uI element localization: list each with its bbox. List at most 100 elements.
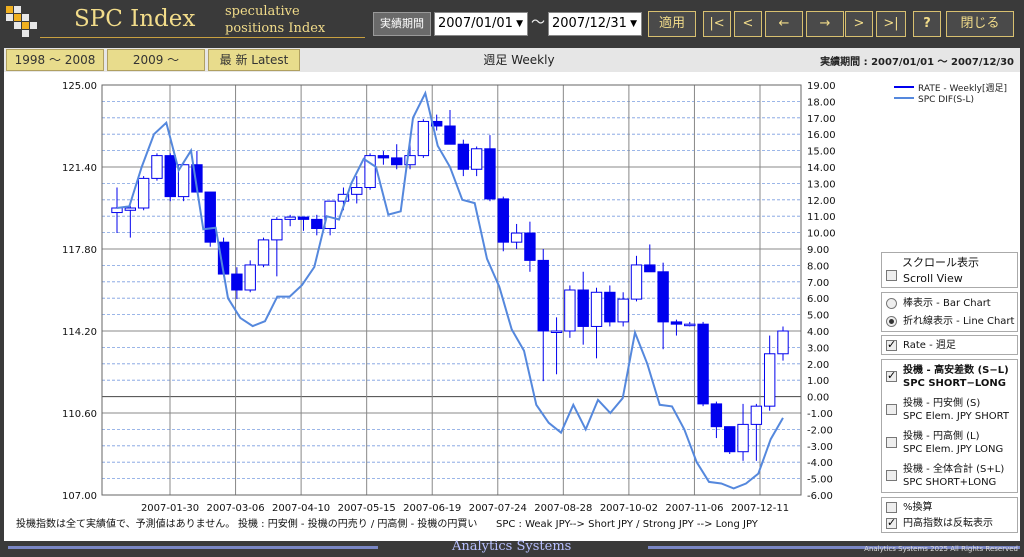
candle-body (724, 426, 736, 453)
jpy-short-checkbox[interactable] (886, 404, 897, 415)
rate-label: Rate - 週足 (903, 340, 956, 351)
spc-options-box: 投機 - 高安差数 (S−L) SPC SHORT−LONG 投機 - 円安側 (… (881, 359, 1018, 493)
line-chart-option[interactable]: 折れ線表示 - Line Chart (886, 315, 1014, 328)
total-option[interactable]: 投機 - 全体合計 (S+L) SPC SHORT+LONG (886, 463, 1004, 489)
candle-body (630, 264, 643, 300)
chart-type-box: 棒表示 - Bar Chart 折れ線表示 - Line Chart (881, 292, 1018, 332)
bar-chart-option[interactable]: 棒表示 - Bar Chart (886, 297, 991, 310)
jpy-long-checkbox[interactable] (886, 437, 897, 448)
candle-body (763, 353, 776, 407)
x-tick-label: 2007-11-06 (665, 503, 723, 514)
candle-body (510, 232, 523, 243)
jpy-short-option[interactable]: 投機 - 円安側 (S) SPC Elem. JPY SHORT (886, 397, 1009, 423)
candle-body (590, 291, 603, 327)
title-underline (40, 37, 365, 38)
candle-body (244, 264, 256, 291)
candle-body (577, 289, 589, 327)
jpy-short-label-ja: 投機 - 円安側 (S) (903, 398, 981, 409)
scroll-view-option[interactable]: Scroll View (886, 269, 963, 285)
candle-body (684, 323, 696, 327)
chart-period-title: 週足 Weekly (483, 53, 555, 67)
y-left-tick-label: 121.40 (62, 163, 97, 174)
close-button[interactable]: 閉じる (946, 11, 1014, 37)
candle-body (391, 157, 403, 166)
y-right-tick-label: 0.00 (807, 393, 829, 404)
y-right-tick-label: -3.00 (807, 442, 833, 453)
invert-option[interactable]: 円高指数は反転表示 (886, 516, 993, 530)
y-right-tick-label: 18.00 (807, 97, 836, 108)
apply-button[interactable]: 適用 (648, 11, 696, 37)
candle-body (231, 273, 243, 291)
y-right-tick-label: 13.00 (807, 179, 836, 190)
percent-label: %換算 (903, 502, 933, 513)
nav-first-button[interactable]: |< (703, 11, 731, 37)
jpy-long-label-en: SPC Elem. JPY LONG (903, 444, 1004, 455)
footer: Analytics Systems Analytics Systems 2025… (0, 539, 1024, 557)
invert-checkbox[interactable] (886, 516, 897, 529)
y-left-tick-label: 114.20 (62, 327, 97, 338)
y-right-tick-label: -2.00 (807, 425, 833, 436)
y-right-tick-label: 12.00 (807, 196, 836, 207)
nav-next-button[interactable]: > (845, 11, 873, 37)
bar-chart-radio[interactable] (886, 298, 897, 309)
rate-box: Rate - 週足 (881, 335, 1018, 355)
invert-label: 円高指数は反転表示 (903, 518, 993, 529)
nav-forward-button[interactable]: → (806, 11, 844, 37)
legend-spc-label: SPC DIF(S-L) (918, 95, 974, 105)
x-tick-label: 2007-01-30 (141, 503, 199, 514)
tab-2009[interactable]: 2009 ～ (107, 49, 205, 71)
notes: 投機指数は全て実績値で、予測値はありません。 投機 : 円安側 - 投機の円売り… (16, 517, 759, 530)
rate-checkbox[interactable] (886, 338, 897, 351)
start-date-select[interactable]: 2007/01/01 ▼ (434, 12, 528, 36)
end-date-select[interactable]: 2007/12/31 ▼ (548, 12, 642, 36)
legend: RATE - Weekly[週足] SPC DIF(S-L) (894, 83, 1007, 105)
y-right-tick-label: -1.00 (807, 409, 833, 420)
candle-body (710, 403, 723, 428)
total-checkbox[interactable] (886, 470, 897, 481)
y-right-tick-label: 9.00 (807, 245, 829, 256)
app-subtitle: speculative positions Index (225, 3, 325, 37)
candle-body (604, 291, 616, 323)
chart-area: 19.00 18.00 17.00 16.00 15.00 14.00 13.00 12.00… (4, 72, 1020, 541)
percent-checkbox[interactable] (886, 502, 897, 513)
nav-last-button[interactable]: >| (876, 11, 906, 37)
x-tick-label: 2007-04-10 (272, 503, 330, 514)
candle-body (297, 216, 310, 220)
x-tick-label: 2007-03-06 (206, 503, 264, 514)
chevron-down-icon: ▼ (516, 19, 523, 29)
y-right-tick-label: 17.00 (807, 114, 836, 125)
percent-option[interactable]: %換算 (886, 501, 933, 514)
header-bar: SPC Index speculative positions Index 実績… (0, 0, 1024, 46)
plot-border (101, 84, 802, 496)
line-chart-radio[interactable] (886, 316, 897, 327)
scroll-view-checkbox[interactable] (886, 270, 897, 281)
range-info: 実績期間 : 2007/01/01 ～ 2007/12/30 (820, 57, 1014, 68)
x-tick-label: 2007-06-19 (403, 503, 461, 514)
candle-body (124, 207, 137, 211)
y-right-tick-label: 15.00 (807, 147, 836, 158)
y-right-tick-label: 5.00 (807, 311, 829, 322)
scroll-view-box: スクロール表示 Scroll View (881, 252, 1018, 288)
y-right-tick-label: 1.00 (807, 376, 829, 387)
y-right-tick-label: 8.00 (807, 261, 829, 272)
x-tick-label: 2007-08-28 (534, 503, 592, 514)
nav-prev-button[interactable]: < (734, 11, 762, 37)
tab-bar: 1998 ～ 2008 2009 ～ 最 新 Latest 週足 Weekly … (4, 48, 1020, 72)
y-right-tick-label: 10.00 (807, 229, 836, 240)
start-date-value: 2007/01/01 (438, 16, 513, 31)
candle-body (111, 207, 123, 214)
y-right-tick-label: -5.00 (807, 475, 833, 486)
nav-back-button[interactable]: ← (765, 11, 803, 37)
app-subtitle-line1: speculative (225, 4, 300, 19)
spc-diff-checkbox[interactable] (886, 369, 897, 382)
candle-body (524, 232, 536, 261)
tab-1998-2008[interactable]: 1998 ～ 2008 (6, 49, 104, 71)
chart-svg: 19.00 18.00 17.00 16.00 15.00 14.00 13.00 12.00… (16, 81, 1007, 530)
tab-latest[interactable]: 最 新 Latest (208, 49, 300, 71)
rate-option[interactable]: Rate - 週足 (886, 338, 956, 352)
help-button[interactable]: ? (913, 11, 941, 37)
jpy-long-option[interactable]: 投機 - 円高側 (L) SPC Elem. JPY LONG (886, 430, 1003, 456)
candle-body (377, 155, 390, 159)
x-tick-label: 2007-07-24 (469, 503, 527, 514)
spc-diff-option[interactable]: 投機 - 高安差数 (S−L) SPC SHORT−LONG (886, 364, 1009, 390)
